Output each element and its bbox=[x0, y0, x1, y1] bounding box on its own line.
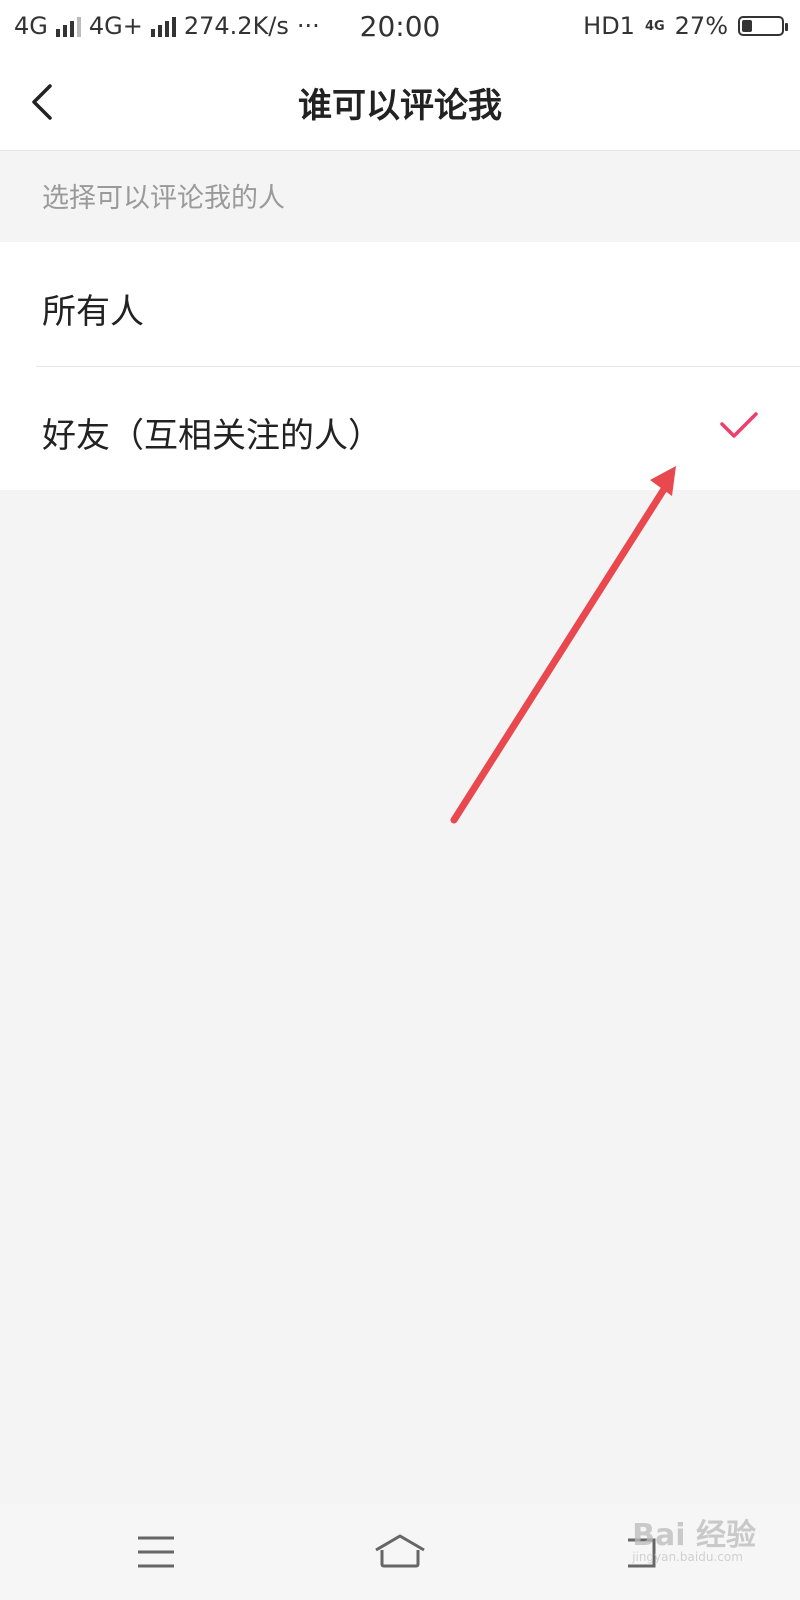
watermark-url: jingyan.baidu.com bbox=[632, 1550, 743, 1564]
option-everyone[interactable]: 所有人 bbox=[0, 242, 800, 367]
header: 谁可以评论我 bbox=[0, 52, 800, 151]
battery-icon bbox=[738, 16, 788, 36]
battery-percent: 27% bbox=[674, 12, 728, 40]
net-small: 4G bbox=[644, 18, 665, 34]
home-icon bbox=[375, 1534, 425, 1568]
section-label: 选择可以评论我的人 bbox=[42, 183, 285, 214]
status-bar: 4G 4G+ 274.2K/s ··· 20:00 HD1 4G 27% bbox=[0, 0, 800, 52]
menu-icon bbox=[138, 1536, 174, 1568]
option-friends[interactable]: 好友（互相关注的人） bbox=[0, 366, 800, 490]
home-button[interactable] bbox=[370, 1530, 430, 1574]
option-label: 所有人 bbox=[42, 292, 144, 332]
option-label: 好友（互相关注的人） bbox=[42, 416, 382, 456]
hd-indicator: HD1 bbox=[583, 12, 635, 40]
watermark-text: Bai 经验 bbox=[632, 1518, 756, 1553]
checkmark-icon bbox=[720, 412, 758, 438]
page-title: 谁可以评论我 bbox=[298, 86, 502, 126]
annotation-arrow bbox=[450, 466, 676, 824]
status-right: HD1 4G 27% bbox=[583, 10, 788, 42]
menu-button[interactable] bbox=[126, 1530, 186, 1574]
battery-fill bbox=[742, 20, 752, 32]
watermark: Bai 经验 jingyan.baidu.com bbox=[632, 1510, 756, 1564]
option-list: 所有人 好友（互相关注的人） bbox=[0, 242, 800, 490]
